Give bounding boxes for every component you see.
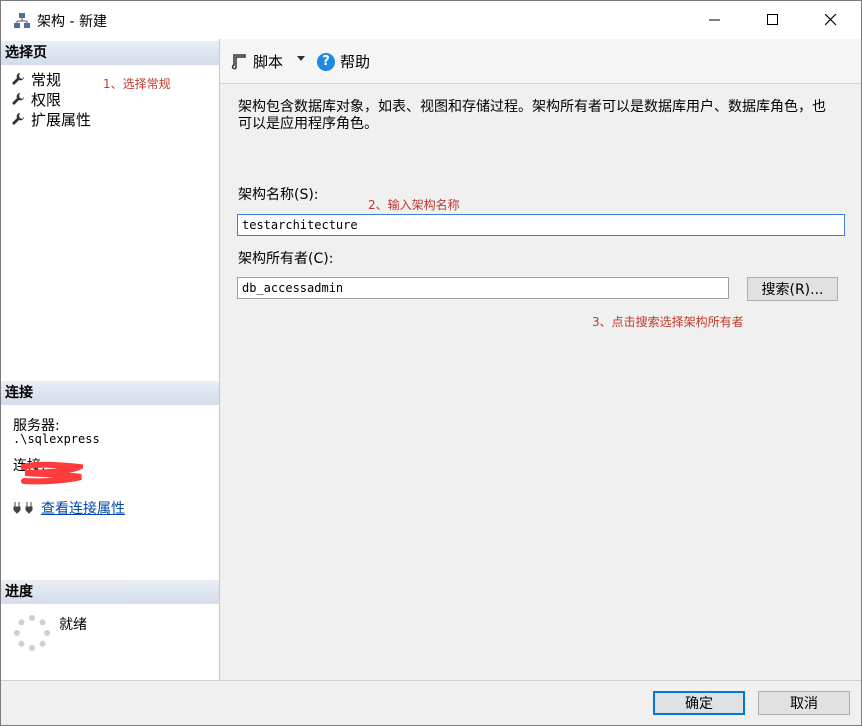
annotation-click-search: 3、点击搜索选择架构所有者: [592, 315, 744, 329]
schema-owner-label: 架构所有者(C):: [238, 251, 334, 267]
wrench-icon: [12, 93, 24, 105]
schema-name-input[interactable]: [237, 214, 845, 236]
annotation-enter-name: 2、输入架构名称: [368, 198, 460, 212]
nav-item-permissions[interactable]: 权限: [11, 89, 61, 109]
script-icon: [231, 53, 246, 69]
cancel-button[interactable]: 取消: [758, 691, 850, 715]
search-button[interactable]: 搜索(R)...: [747, 277, 838, 301]
schema-description: 架构包含数据库对象，如表、视图和存储过程。架构所有者可以是数据库用户、数据库角色…: [238, 99, 826, 132]
schema-new-dialog: 架构 - 新建 选择页 常规 1、选择常规 权限 扩展属性 连接 服务器: .\…: [0, 0, 862, 726]
view-connection-properties-link[interactable]: 查看连接属性: [41, 498, 125, 518]
progress-header: 进度: [1, 580, 219, 604]
help-icon: ?: [317, 52, 335, 71]
toolbar: 脚本 ? 帮助: [220, 39, 861, 84]
schema-name-label: 架构名称(S):: [238, 187, 319, 203]
schema-owner-input[interactable]: [237, 277, 729, 299]
server-value: .\sqlexpress: [13, 432, 100, 446]
connection-header: 连接: [1, 381, 219, 405]
wrench-icon: [12, 73, 24, 85]
nav-item-label: 权限: [31, 90, 62, 109]
minimize-icon: [709, 19, 720, 21]
chevron-down-icon[interactable]: [296, 53, 306, 63]
main-pane: 脚本 ? 帮助 架构包含数据库对象，如表、视图和存储过程。架构所有者可以是数据库…: [220, 39, 861, 680]
left-pane: 选择页 常规 1、选择常规 权限 扩展属性 连接 服务器: .\sqlexpre…: [1, 39, 220, 680]
progress-spinner-icon: [14, 615, 50, 651]
progress-status: 就绪: [59, 617, 87, 633]
script-button[interactable]: 脚本: [230, 51, 283, 72]
minimize-button[interactable]: [685, 1, 745, 39]
select-page-header: 选择页: [1, 41, 219, 65]
wrench-icon: [12, 113, 24, 125]
annotation-select-general: 1、选择常规: [103, 77, 171, 91]
help-button[interactable]: ? 帮助: [317, 51, 370, 72]
footer: 确定 取消: [1, 680, 861, 725]
close-button[interactable]: [801, 1, 861, 39]
close-icon: [825, 14, 837, 26]
maximize-icon: [767, 14, 778, 25]
nav-item-label: 常规: [31, 70, 62, 89]
nav-item-label: 扩展属性: [31, 110, 92, 129]
script-label: 脚本: [253, 53, 284, 71]
nav-item-general[interactable]: 常规: [11, 69, 61, 89]
nav-item-extended-properties[interactable]: 扩展属性: [11, 109, 91, 129]
help-label: 帮助: [340, 53, 371, 71]
redaction-mark: [21, 461, 83, 485]
plug-icon: [13, 502, 33, 514]
maximize-button[interactable]: [743, 1, 803, 39]
schema-icon: [14, 13, 30, 28]
window-title: 架构 - 新建: [37, 14, 107, 30]
ok-button[interactable]: 确定: [653, 691, 745, 715]
title-bar: 架构 - 新建: [1, 1, 861, 39]
